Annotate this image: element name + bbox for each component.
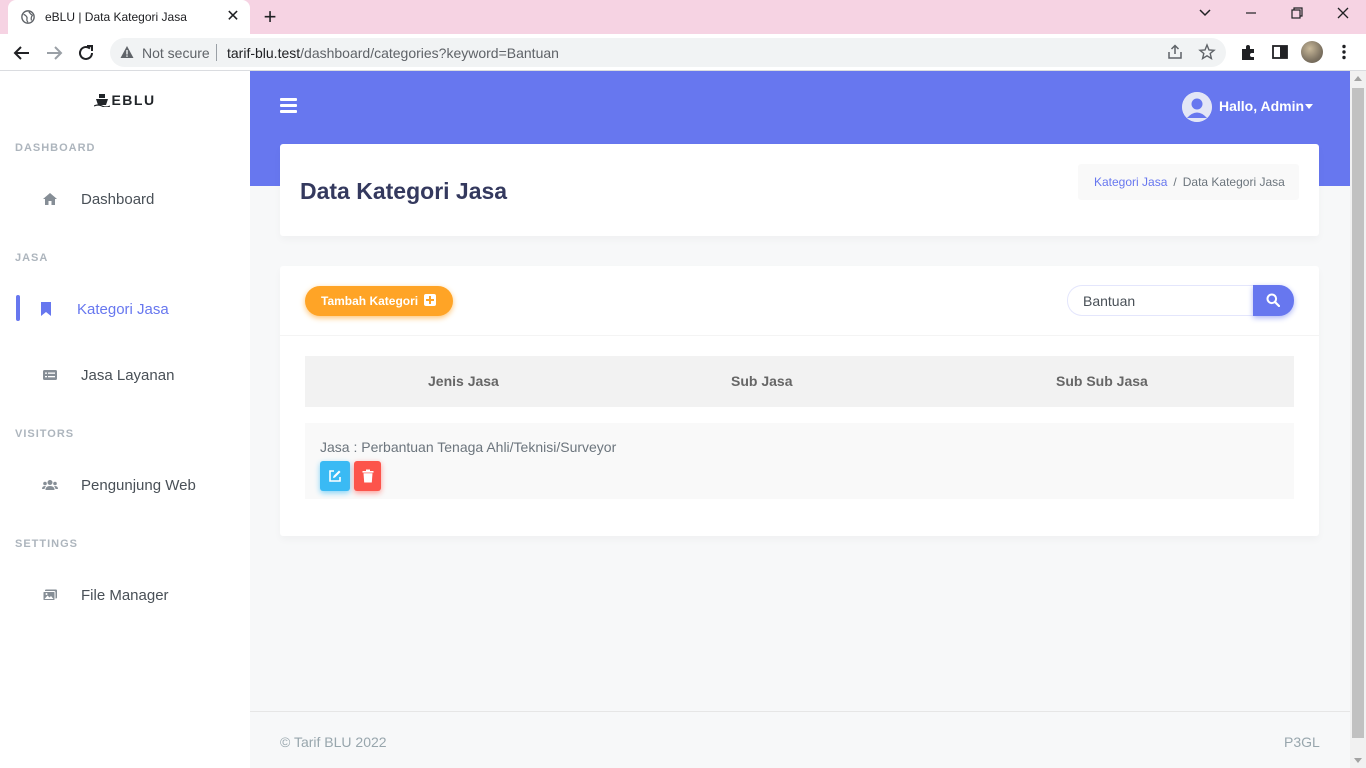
- list-alt-icon: [43, 370, 57, 380]
- scroll-down-arrow-icon[interactable]: [1354, 758, 1362, 763]
- page-scrollbar[interactable]: [1350, 71, 1366, 768]
- menu-toggle-icon[interactable]: [280, 98, 298, 114]
- table-row: Jasa : Perbantuan Tenaga Ahli/Teknisi/Su…: [305, 423, 1294, 499]
- column-header-sub-sub-jasa: Sub Sub Jasa: [1056, 373, 1148, 389]
- forward-button[interactable]: [42, 41, 66, 65]
- brand[interactable]: EBLU: [0, 92, 250, 108]
- column-header-jenis-jasa: Jenis Jasa: [428, 373, 499, 389]
- close-icon: [1337, 7, 1349, 19]
- more-menu-icon[interactable]: [1334, 42, 1354, 62]
- breadcrumb-current: Data Kategori Jasa: [1182, 175, 1285, 189]
- sidebar-item-label: Pengunjung Web: [81, 477, 196, 494]
- side-panel-icon[interactable]: [1270, 42, 1290, 62]
- bookmark-icon: [41, 302, 51, 316]
- footer-divider: [250, 711, 1350, 712]
- window-close-button[interactable]: [1331, 4, 1355, 26]
- breadcrumb-link-kategori-jasa[interactable]: Kategori Jasa: [1094, 175, 1167, 189]
- sidebar-item-label: Dashboard: [81, 191, 155, 208]
- search-button[interactable]: [1253, 285, 1294, 316]
- window-minimize-button[interactable]: [1239, 4, 1263, 26]
- plus-square-icon: [424, 294, 437, 306]
- tab-search-button[interactable]: [1193, 4, 1217, 26]
- tab-close-icon[interactable]: ✕: [224, 8, 242, 26]
- browser-tab[interactable]: eBLU | Data Kategori Jasa ✕: [8, 0, 250, 34]
- ship-icon: [94, 94, 111, 107]
- reload-button[interactable]: [74, 41, 98, 65]
- search-input[interactable]: [1067, 285, 1254, 316]
- extensions-icon[interactable]: [1238, 42, 1258, 62]
- scrollbar-thumb[interactable]: [1352, 88, 1364, 738]
- add-category-label: Tambah Kategori: [321, 294, 419, 308]
- sidebar: EBLU DASHBOARD Dashboard JASA Kategori J…: [0, 71, 250, 768]
- sidebar-item-file-manager[interactable]: File Manager: [0, 575, 250, 615]
- chevron-down-icon: [1199, 9, 1211, 17]
- users-icon: [42, 480, 58, 490]
- page-title: Data Kategori Jasa: [300, 178, 508, 204]
- url-text[interactable]: tarif-blu.test/dashboard/categories?keyw…: [227, 45, 559, 61]
- sidebar-item-pengunjung-web[interactable]: Pengunjung Web: [0, 465, 250, 505]
- browser-toolbar: Not secure tarif-blu.test/dashboard/cate…: [0, 34, 1366, 71]
- share-icon[interactable]: [1166, 43, 1184, 61]
- avatar[interactable]: [1182, 92, 1212, 122]
- security-label[interactable]: Not secure: [142, 45, 210, 61]
- breadcrumb: Kategori Jasa / Data Kategori Jasa: [1078, 164, 1299, 200]
- url-host: tarif-blu.test: [227, 45, 301, 61]
- search-icon: [1266, 293, 1280, 307]
- sidebar-heading-visitors: VISITORS: [15, 428, 75, 440]
- sidebar-item-label: Jasa Layanan: [81, 367, 175, 384]
- reload-icon: [79, 45, 93, 60]
- omnibox-separator: [216, 44, 217, 61]
- profile-avatar[interactable]: [1301, 41, 1323, 63]
- column-header-sub-jasa: Sub Jasa: [731, 373, 793, 389]
- edit-icon: [329, 470, 341, 482]
- edit-button[interactable]: [320, 461, 350, 491]
- arrow-right-icon: [47, 46, 63, 60]
- sidebar-item-label: Kategori Jasa: [77, 301, 169, 318]
- sidebar-heading-settings: SETTINGS: [15, 538, 79, 550]
- brand-text: EBLU: [111, 92, 156, 108]
- table-header: Jenis Jasa Sub Jasa Sub Sub Jasa: [305, 356, 1294, 407]
- globe-icon: [21, 10, 35, 24]
- active-indicator: [16, 295, 20, 321]
- breadcrumb-separator: /: [1173, 175, 1177, 189]
- tab-title: eBLU | Data Kategori Jasa: [45, 10, 187, 24]
- browser-tabstrip: eBLU | Data Kategori Jasa ✕ +: [0, 0, 1366, 34]
- category-label: Jasa : Perbantuan Tenaga Ahli/Teknisi/Su…: [320, 439, 617, 455]
- window-restore-button[interactable]: [1285, 4, 1309, 26]
- footer-copyright: © Tarif BLU 2022: [280, 734, 387, 750]
- trash-icon: [362, 469, 373, 483]
- category-card: Tambah Kategori Jenis Jasa Sub Jasa Sub …: [280, 266, 1319, 536]
- warning-icon: [120, 46, 134, 58]
- minimize-icon: [1246, 12, 1256, 14]
- user-avatar-icon: [1182, 92, 1212, 122]
- url-path: /dashboard/categories?keyword=Bantuan: [300, 45, 559, 61]
- sidebar-item-kategori-jasa[interactable]: Kategori Jasa: [0, 289, 250, 329]
- restore-icon: [1291, 7, 1303, 19]
- section-header: Data Kategori Jasa Kategori Jasa / Data Ka…: [280, 144, 1319, 236]
- star-icon[interactable]: [1198, 43, 1216, 61]
- sidebar-item-dashboard[interactable]: Dashboard: [0, 179, 250, 219]
- sidebar-item-jasa-layanan[interactable]: Jasa Layanan: [0, 355, 250, 395]
- add-category-button[interactable]: Tambah Kategori: [305, 286, 453, 316]
- footer-credit: P3GL: [1284, 734, 1320, 750]
- delete-button[interactable]: [354, 461, 381, 491]
- card-header-divider: [280, 335, 1319, 336]
- images-icon: [42, 589, 57, 601]
- back-button[interactable]: [10, 41, 34, 65]
- home-icon: [43, 193, 57, 205]
- sidebar-item-label: File Manager: [81, 587, 169, 604]
- scroll-up-arrow-icon[interactable]: [1354, 76, 1362, 81]
- caret-down-icon[interactable]: [1305, 104, 1313, 109]
- sidebar-heading-dashboard: DASHBOARD: [15, 142, 96, 154]
- user-greeting[interactable]: Hallo, Admin: [1219, 98, 1304, 114]
- sidebar-heading-jasa: JASA: [15, 252, 49, 264]
- arrow-left-icon: [13, 46, 29, 60]
- address-bar[interactable]: Not secure tarif-blu.test/dashboard/cate…: [110, 38, 1226, 67]
- new-tab-button[interactable]: +: [258, 5, 282, 29]
